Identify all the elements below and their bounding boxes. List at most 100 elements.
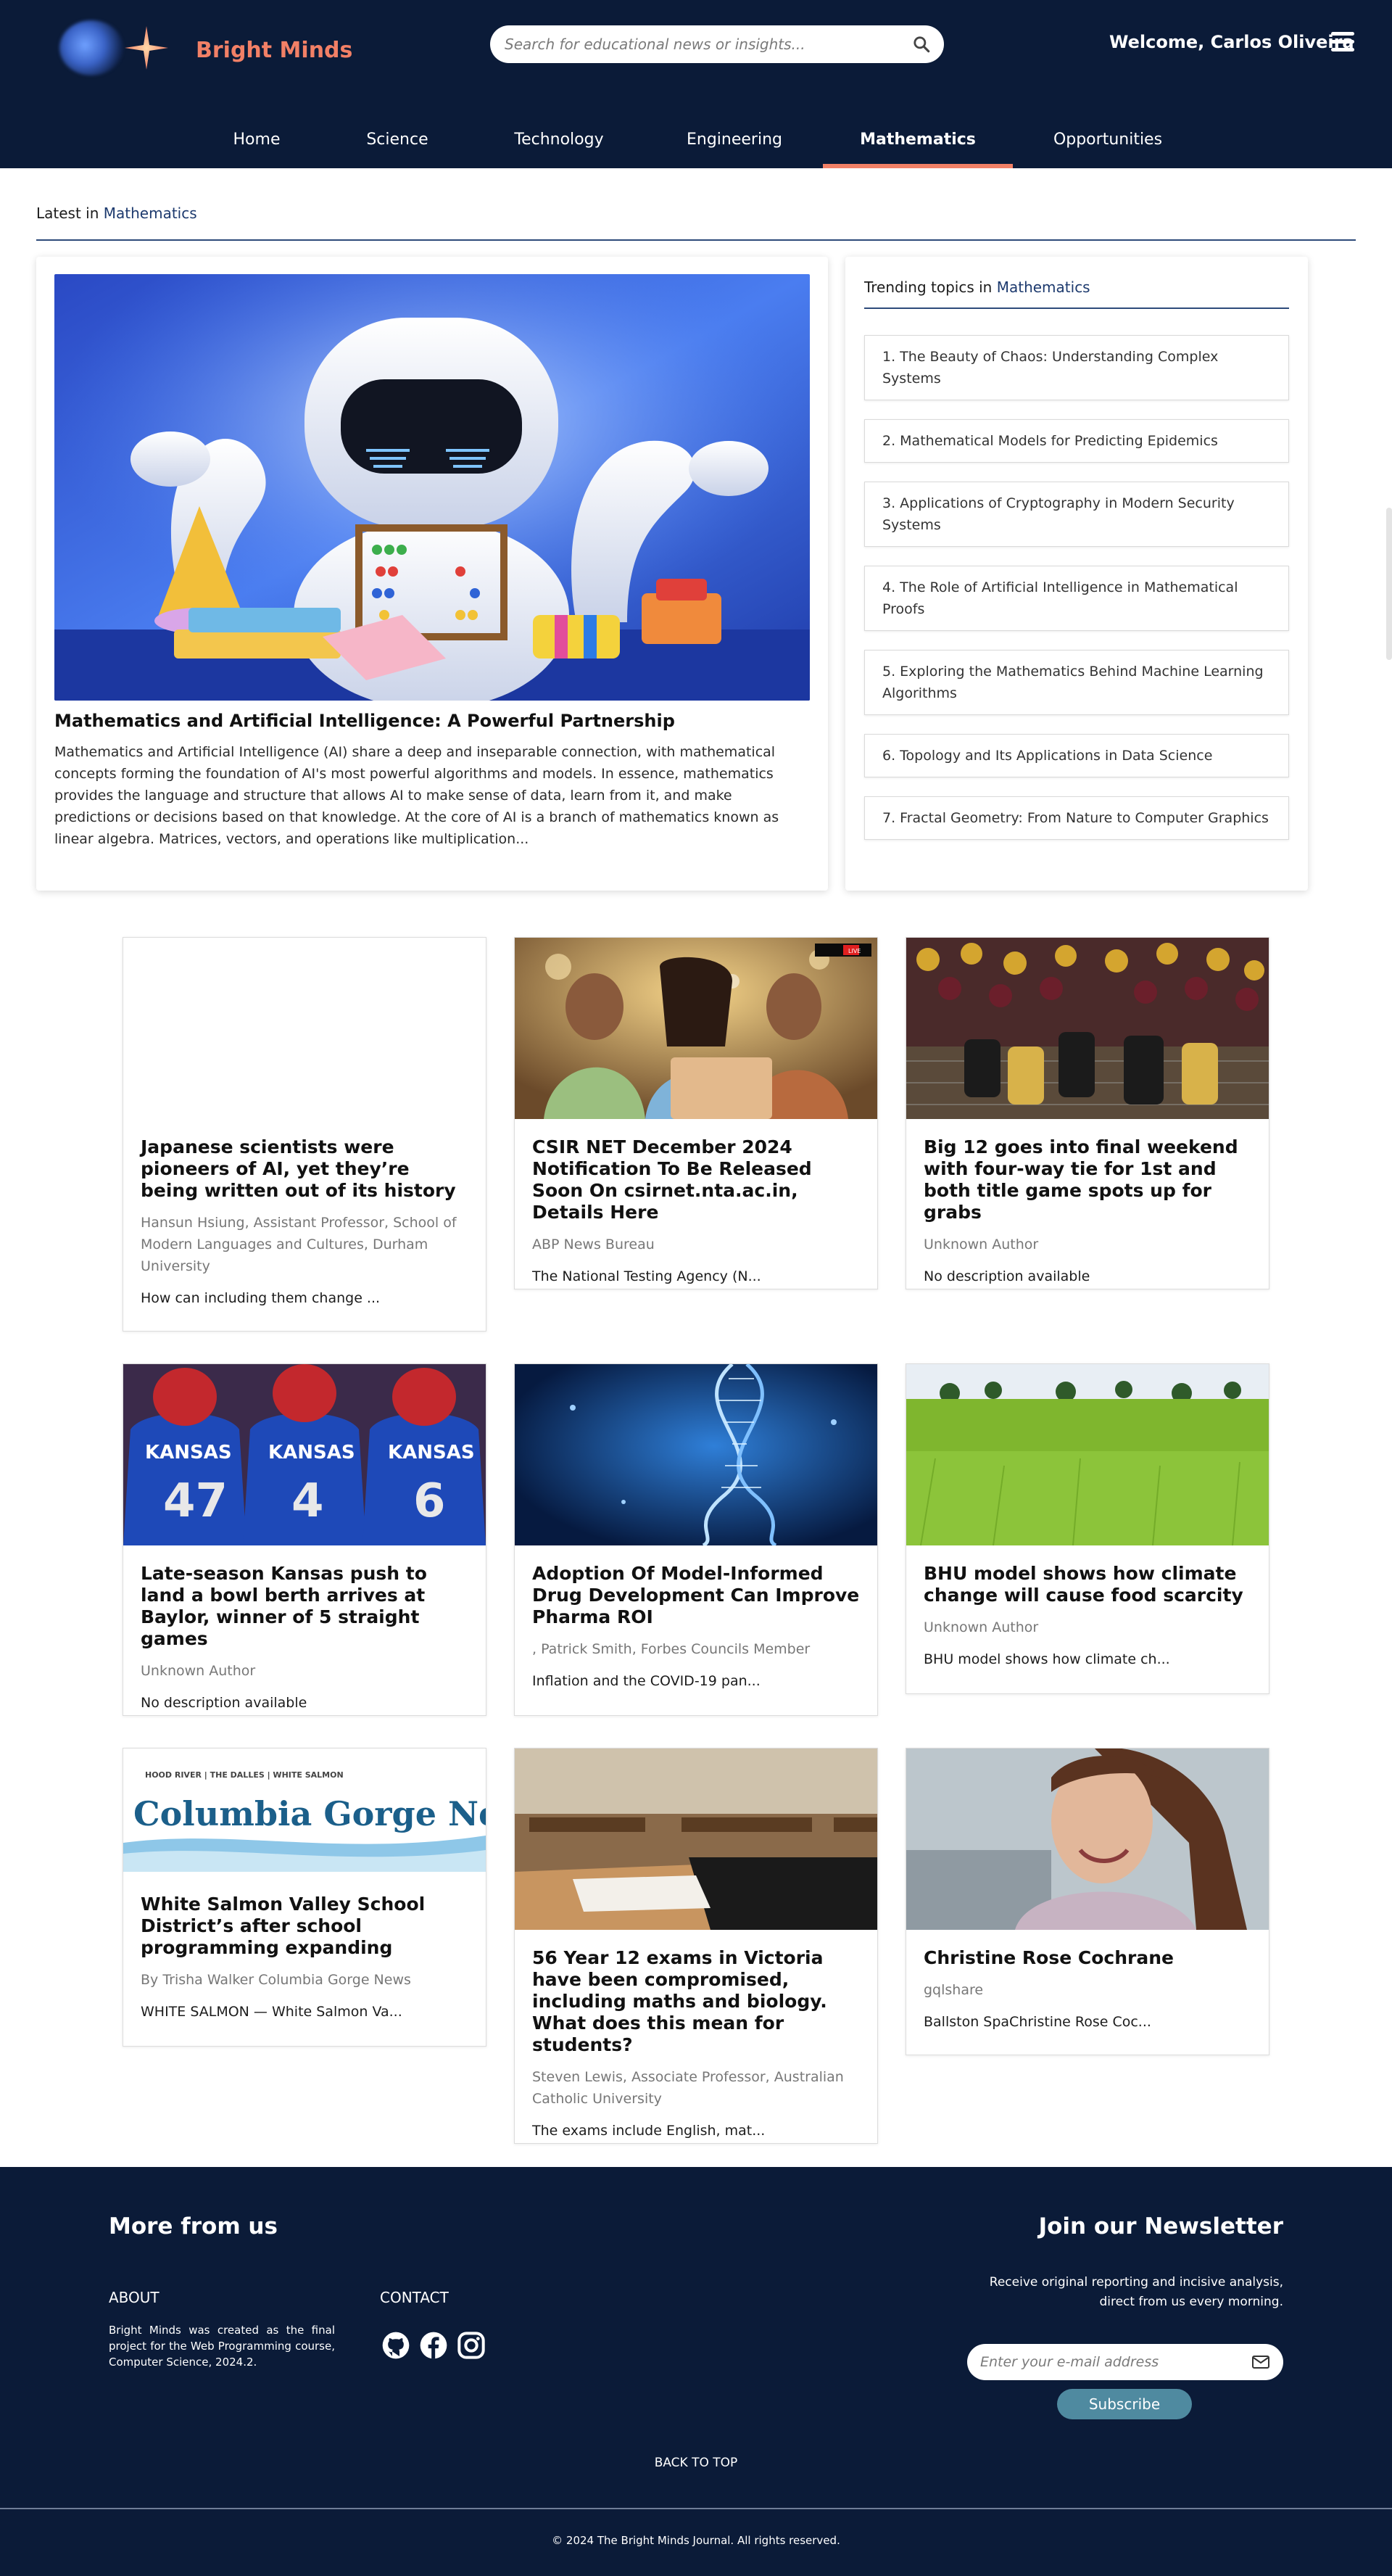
news-description: No description available xyxy=(141,1695,307,1711)
news-title[interactable]: Christine Rose Cochrane xyxy=(924,1947,1251,1969)
search-icon[interactable] xyxy=(912,35,931,54)
jersey-number: 47 xyxy=(163,1474,228,1528)
jersey-text: KANSAS xyxy=(388,1442,475,1464)
logo-orb-graphic xyxy=(59,20,123,75)
nav-home[interactable]: Home xyxy=(215,131,299,168)
jersey-text: KANSAS xyxy=(145,1442,232,1464)
news-title[interactable]: Japanese scientists were pioneers of AI,… xyxy=(141,1136,468,1202)
trending-category: Mathematics xyxy=(996,278,1090,296)
brand-logo[interactable]: Bright Minds xyxy=(52,10,352,79)
nav-science[interactable]: Science xyxy=(348,131,447,168)
latest-category: Mathematics xyxy=(103,205,197,222)
news-image[interactable]: KANSAS KANSAS KANSAS 47 4 6 xyxy=(123,1364,486,1545)
jersey-text: KANSAS xyxy=(268,1442,355,1464)
trending-topic[interactable]: 5. Exploring the Mathematics Behind Mach… xyxy=(864,650,1289,715)
news-card[interactable]: 56 Year 12 exams in Victoria have been c… xyxy=(514,1748,878,2144)
news-image[interactable] xyxy=(515,1749,877,1930)
subscribe-button[interactable]: Subscribe xyxy=(1057,2389,1192,2419)
news-description: How can including them change ... xyxy=(141,1290,381,1306)
nav-opportunities[interactable]: Opportunities xyxy=(1040,131,1176,168)
brand-name[interactable]: Bright Minds xyxy=(196,38,352,63)
news-image[interactable] xyxy=(123,938,486,1119)
news-card[interactable]: BHU model shows how climate change will … xyxy=(906,1363,1269,1694)
news-card[interactable]: HOOD RIVER | THE DALLES | WHITE SALMON C… xyxy=(123,1748,486,2047)
about-text: Bright Minds was created as the final pr… xyxy=(109,2324,335,2369)
news-description: BHU model shows how climate ch... xyxy=(924,1651,1170,1667)
trending-topic[interactable]: 7. Fractal Geometry: From Nature to Comp… xyxy=(864,796,1289,840)
news-image[interactable] xyxy=(515,1364,877,1545)
news-card[interactable]: Adoption Of Model-Informed Drug Developm… xyxy=(514,1363,878,1716)
featured-title[interactable]: Mathematics and Artificial Intelligence:… xyxy=(54,711,810,731)
page-scrollbar[interactable] xyxy=(1386,508,1392,660)
image-badge: LIVE xyxy=(848,948,861,954)
news-image[interactable] xyxy=(906,1364,1269,1545)
featured-article[interactable]: Mathematics and Artificial Intelligence:… xyxy=(36,257,828,891)
news-card[interactable]: Big 12 goes into final weekend with four… xyxy=(906,937,1269,1289)
menu-icon[interactable] xyxy=(1331,32,1354,54)
facebook-icon[interactable] xyxy=(419,2331,448,2360)
news-title[interactable]: BHU model shows how climate change will … xyxy=(924,1563,1251,1606)
github-icon[interactable] xyxy=(381,2331,410,2360)
news-author: , Patrick Smith, Forbes Councils Member xyxy=(532,1641,811,1657)
news-author: Unknown Author xyxy=(141,1663,256,1679)
news-image[interactable] xyxy=(906,1749,1269,1930)
newsletter-text: Receive original reporting and incisive … xyxy=(989,2275,1283,2309)
featured-description: Mathematics and Artificial Intelligence … xyxy=(54,744,779,847)
trending-topic[interactable]: 6. Topology and Its Applications in Data… xyxy=(864,734,1289,777)
news-description: No description available xyxy=(924,1268,1090,1284)
trending-divider xyxy=(864,307,1289,309)
news-title[interactable]: 56 Year 12 exams in Victoria have been c… xyxy=(532,1947,860,2056)
more-heading: More from us xyxy=(109,2213,278,2239)
latest-divider xyxy=(36,239,1356,241)
trending-topic[interactable]: 1. The Beauty of Chaos: Understanding Co… xyxy=(864,335,1289,400)
trending-topic[interactable]: 4. The Role of Artificial Intelligence i… xyxy=(864,566,1289,631)
trending-heading: Trending topics in Mathematics xyxy=(864,278,1090,296)
instagram-icon[interactable] xyxy=(457,2331,486,2360)
news-image[interactable]: LIVE xyxy=(515,938,877,1119)
search-input[interactable] xyxy=(505,31,896,57)
search-bar xyxy=(490,25,944,63)
featured-image[interactable] xyxy=(54,274,810,701)
news-description: Ballston SpaChristine Rose Coc... xyxy=(924,2014,1151,2030)
news-author: Unknown Author xyxy=(924,1619,1039,1635)
contact-heading: CONTACT xyxy=(380,2289,449,2306)
news-title[interactable]: White Salmon Valley School District’s af… xyxy=(141,1894,468,1959)
news-description: Inflation and the COVID-19 pan... xyxy=(532,1673,761,1689)
nav-technology[interactable]: Technology xyxy=(500,131,618,168)
news-author: By Trisha Walker Columbia Gorge News xyxy=(141,1972,411,1988)
email-input[interactable] xyxy=(980,2350,1241,2374)
trending-topic[interactable]: 3. Applications of Cryptography in Moder… xyxy=(864,482,1289,547)
news-image[interactable]: HOOD RIVER | THE DALLES | WHITE SALMON C… xyxy=(123,1749,486,1872)
copyright: © 2024 The Bright Minds Journal. All rig… xyxy=(552,2534,840,2547)
news-card[interactable]: KANSAS KANSAS KANSAS 47 4 6 Late-season … xyxy=(123,1363,486,1716)
jersey-number: 6 xyxy=(413,1474,446,1528)
news-title[interactable]: Big 12 goes into final weekend with four… xyxy=(924,1136,1251,1223)
trending-panel: Trending topics in Mathematics 1. The Be… xyxy=(845,257,1308,891)
trending-topic[interactable]: 2. Mathematical Models for Predicting Ep… xyxy=(864,419,1289,463)
news-author: Hansun Hsiung, Assistant Professor, Scho… xyxy=(141,1215,457,1274)
welcome-message: Welcome, Carlos Oliveira xyxy=(1109,32,1354,52)
news-author: Unknown Author xyxy=(924,1237,1039,1252)
newsletter-heading: Join our Newsletter xyxy=(1038,2213,1283,2239)
news-card[interactable]: Christine Rose Cochrane gqlshare Ballsto… xyxy=(906,1748,1269,2055)
news-card[interactable]: Japanese scientists were pioneers of AI,… xyxy=(123,937,486,1332)
mail-icon xyxy=(1252,2356,1269,2369)
news-title[interactable]: Adoption Of Model-Informed Drug Developm… xyxy=(532,1563,860,1628)
news-description: The National Testing Agency (N... xyxy=(532,1268,761,1284)
latest-prefix: Latest in xyxy=(36,205,99,222)
news-title[interactable]: CSIR NET December 2024 Notification To B… xyxy=(532,1136,860,1223)
site-footer: More from us ABOUT Bright Minds was crea… xyxy=(0,2167,1392,2576)
news-title[interactable]: Late-season Kansas push to land a bowl b… xyxy=(141,1563,468,1650)
footer-divider xyxy=(0,2508,1392,2509)
nav-mathematics[interactable]: Mathematics xyxy=(823,131,1013,168)
main-nav: Home Science Technology Engineering Math… xyxy=(0,119,1392,168)
logo-star-icon xyxy=(125,26,168,70)
back-to-top-link[interactable]: BACK TO TOP xyxy=(0,2456,1392,2470)
news-card[interactable]: LIVE CSIR NET December 2024 Notification… xyxy=(514,937,878,1289)
news-author: ABP News Bureau xyxy=(532,1237,655,1252)
news-image[interactable] xyxy=(906,938,1269,1119)
masthead-title: Columbia Gorge News xyxy=(133,1794,486,1833)
jersey-number: 4 xyxy=(291,1474,324,1528)
site-header: Bright Minds Welcome, Carlos Oliveira Ho… xyxy=(0,0,1392,168)
nav-engineering[interactable]: Engineering xyxy=(670,131,799,168)
